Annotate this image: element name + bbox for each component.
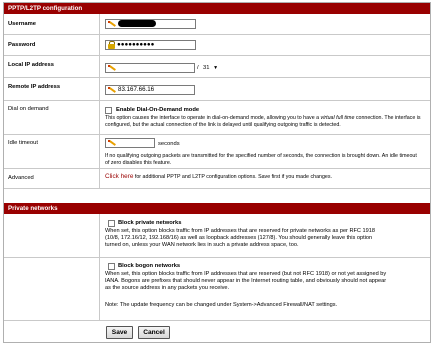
password-value: ●●●●●●●●●● <box>117 41 155 48</box>
bogon-update-note: Note: The update frequency can be change… <box>105 302 338 308</box>
note-text: turned on, unless your WAN network lies … <box>105 242 299 248</box>
note-text: for additional PPTP and L2TP configurati… <box>133 174 332 180</box>
username-label: Username <box>8 21 37 27</box>
lock-icon <box>108 41 115 49</box>
username-field[interactable] <box>105 19 196 29</box>
row-password: Password ●●●●●●●●●● <box>4 35 430 56</box>
chevron-down-icon: ▼ <box>213 65 219 71</box>
block-private-checkbox[interactable] <box>108 220 115 227</box>
note-text: When set, this option blocks traffic fro… <box>105 228 375 234</box>
row-remote-ip: Remote IP address 83.167.66.16 <box>4 78 430 101</box>
local-ip-label: Local IP address <box>8 62 54 68</box>
note-text: configured, but the actual connection of… <box>105 121 341 128</box>
password-field[interactable]: ●●●●●●●●●● <box>105 40 196 50</box>
remote-ip-label: Remote IP address <box>8 84 61 90</box>
cidr-select[interactable]: 31 ▼ <box>203 63 218 73</box>
section-header-private-networks: Private networks <box>4 203 430 214</box>
note-text: connection. The interface is <box>354 115 421 121</box>
edit-icon <box>108 86 116 94</box>
note-text: When set, this option blocks traffic fro… <box>105 271 387 277</box>
advanced-label: Advanced <box>8 175 34 181</box>
block-bogon-checkbox[interactable] <box>108 263 115 270</box>
interface-config-panel: PPTP/L2TP configuration Username Passwor… <box>3 2 431 343</box>
dial-on-demand-label: Dial on demand <box>8 106 49 112</box>
cidr-value: 31 <box>203 65 210 71</box>
edit-icon <box>108 64 116 72</box>
user-icon <box>108 20 116 28</box>
row-username: Username <box>4 14 430 35</box>
row-block-private: Block private networks When set, this op… <box>4 214 430 258</box>
remote-ip-value: 83.167.66.16 <box>118 86 155 93</box>
column-divider <box>99 14 100 189</box>
cancel-button[interactable]: Cancel <box>138 326 170 339</box>
row-idle-timeout: Idle timeout seconds If no qualifying ou… <box>4 135 430 169</box>
advanced-note: Click here for additional PPTP and L2TP … <box>105 173 427 181</box>
block-bogon-note: When set, this option blocks traffic fro… <box>105 271 427 292</box>
idle-timeout-field[interactable] <box>105 138 155 148</box>
dial-on-demand-note: This option causes the interface to oper… <box>105 115 427 128</box>
redacted-username <box>118 20 156 27</box>
idle-timeout-unit: seconds <box>158 141 180 147</box>
row-dial-on-demand: Dial on demand Enable Dial-On-Demand mod… <box>4 101 430 135</box>
block-bogon-label: Block bogon networks <box>118 263 181 269</box>
row-local-ip: Local IP address / 31 ▼ <box>4 56 430 78</box>
row-block-bogon: Block bogon networks When set, this opti… <box>4 258 430 321</box>
block-private-note: When set, this option blocks traffic fro… <box>105 228 427 249</box>
note-text: as the source address in any packets you… <box>105 285 230 291</box>
save-button[interactable]: Save <box>106 326 133 339</box>
column-divider <box>99 214 100 321</box>
advanced-link[interactable]: Click here <box>105 173 133 180</box>
local-ip-field[interactable] <box>105 63 195 73</box>
note-text: If no qualifying outgoing packets are tr… <box>105 153 417 159</box>
dial-on-demand-checkbox[interactable] <box>105 107 112 114</box>
idle-timeout-note: If no qualifying outgoing packets are tr… <box>105 153 427 166</box>
cidr-separator: / <box>197 65 199 71</box>
remote-ip-field[interactable]: 83.167.66.16 <box>105 85 195 95</box>
note-text: This option causes the interface to oper… <box>105 115 321 121</box>
section-header-pptp: PPTP/L2TP configuration <box>4 3 430 14</box>
dial-on-demand-checkbox-label: Enable Dial-On-Demand mode <box>116 107 200 113</box>
block-private-label: Block private networks <box>118 220 182 226</box>
row-advanced: Advanced Click here for additional PPTP … <box>4 169 430 189</box>
note-text: (10/8, 172.16/12, 192.168/16) as well as… <box>105 235 373 241</box>
note-emphasis: virtual full time <box>320 115 355 121</box>
note-text: IANA. Bogons are prefixes that should ne… <box>105 278 387 284</box>
note-text: of zero disables this feature. <box>105 159 172 166</box>
idle-timeout-label: Idle timeout <box>8 140 38 146</box>
edit-icon <box>108 139 116 147</box>
password-label: Password <box>8 42 36 48</box>
